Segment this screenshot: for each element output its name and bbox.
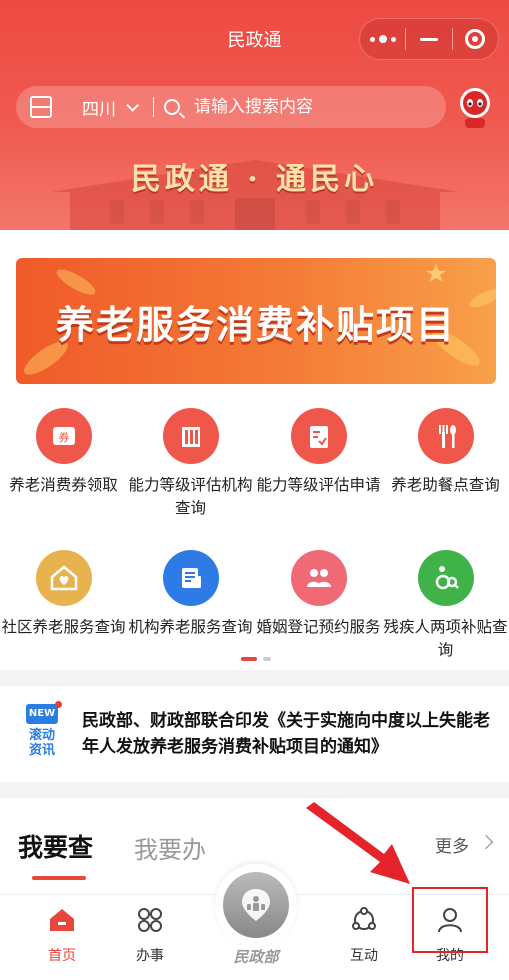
- share-nodes-icon: [352, 907, 376, 930]
- search-input[interactable]: [194, 97, 394, 117]
- tab-affairs[interactable]: 办事: [110, 905, 190, 965]
- new-tag: NEW: [26, 701, 62, 724]
- red-arrow-annotation: [306, 802, 410, 884]
- service-item[interactable]: 社区养老服务查询: [0, 550, 127, 639]
- search-icon: [164, 99, 180, 115]
- tab-home-label: 首页: [48, 948, 76, 964]
- banner-title: 养老服务消费补贴项目: [55, 302, 456, 347]
- tab-interact[interactable]: 互动: [324, 905, 404, 965]
- mini-program-capsule: [359, 18, 499, 60]
- center-logo-label: 民政部: [233, 948, 279, 966]
- home-heart-icon: [35, 550, 92, 606]
- promo-banner[interactable]: 养老服务消费补贴项目: [16, 258, 496, 384]
- document-icon: [162, 550, 219, 606]
- service-item[interactable]: 婚姻登记预约服务: [255, 550, 382, 639]
- fork-spoon-icon: [417, 408, 474, 464]
- service-item[interactable]: 养老助餐点查询: [382, 408, 509, 497]
- scan-icon[interactable]: [30, 96, 52, 118]
- service-item[interactable]: 机构养老服务查询: [127, 550, 254, 639]
- tab-query[interactable]: 我要查: [18, 828, 93, 864]
- more-dots-icon: [369, 35, 396, 43]
- building-icon: [162, 408, 219, 464]
- region-selector[interactable]: 四川: [82, 95, 116, 120]
- target-icon: [465, 29, 486, 49]
- news-badge: NEW 滚动资讯: [26, 701, 62, 758]
- couple-icon: [290, 550, 347, 606]
- search-bar: 四川: [16, 86, 446, 128]
- mascot-avatar[interactable]: [455, 86, 495, 130]
- service-item[interactable]: 残疾人两项补贴查询: [382, 550, 509, 662]
- tab-interact-label: 互动: [350, 948, 378, 964]
- tab-affairs-label: 办事: [136, 948, 164, 964]
- ministry-emblem-icon: [223, 872, 289, 938]
- svg-text:券: 券: [58, 430, 69, 444]
- service-item[interactable]: 能力等级评估机构查询: [127, 408, 254, 520]
- clipboard-check-icon: [290, 408, 347, 464]
- header: 民政通 · 通民心 民政通 四川: [0, 0, 509, 230]
- service-item[interactable]: 能力等级评估申请: [255, 408, 382, 497]
- more-button[interactable]: [360, 19, 405, 59]
- chevron-down-icon[interactable]: [126, 98, 139, 112]
- news-ticker[interactable]: NEW 滚动资讯 民政部、财政部联合印发《关于实施向中度以上失能老年人发放养老服…: [0, 686, 509, 782]
- news-headline[interactable]: 民政部、财政部联合印发《关于实施向中度以上失能老年人发放养老服务消费补贴项目的通…: [82, 708, 497, 760]
- minimize-button[interactable]: [406, 19, 451, 59]
- tab-handle[interactable]: 我要办: [134, 830, 206, 865]
- chevron-right-icon[interactable]: [478, 834, 494, 850]
- center-logo-button[interactable]: [215, 864, 297, 946]
- page-indicator: [241, 657, 271, 661]
- grid-icon: [138, 908, 162, 932]
- tab-home[interactable]: 首页: [22, 905, 102, 965]
- more-link[interactable]: 更多: [435, 832, 469, 857]
- service-item[interactable]: 券 养老消费券领取: [0, 408, 127, 497]
- highlight-box-annotation: [412, 887, 488, 953]
- minus-icon: [419, 37, 438, 41]
- slogan: 民政通 · 通民心: [130, 162, 379, 197]
- close-button[interactable]: [453, 19, 498, 59]
- ticket-icon: 券: [35, 408, 92, 464]
- home-icon: [50, 909, 74, 931]
- active-tab-indicator: [32, 876, 86, 880]
- news-kind-label: 滚动资讯: [28, 728, 55, 758]
- wheelchair-search-icon: [417, 550, 474, 606]
